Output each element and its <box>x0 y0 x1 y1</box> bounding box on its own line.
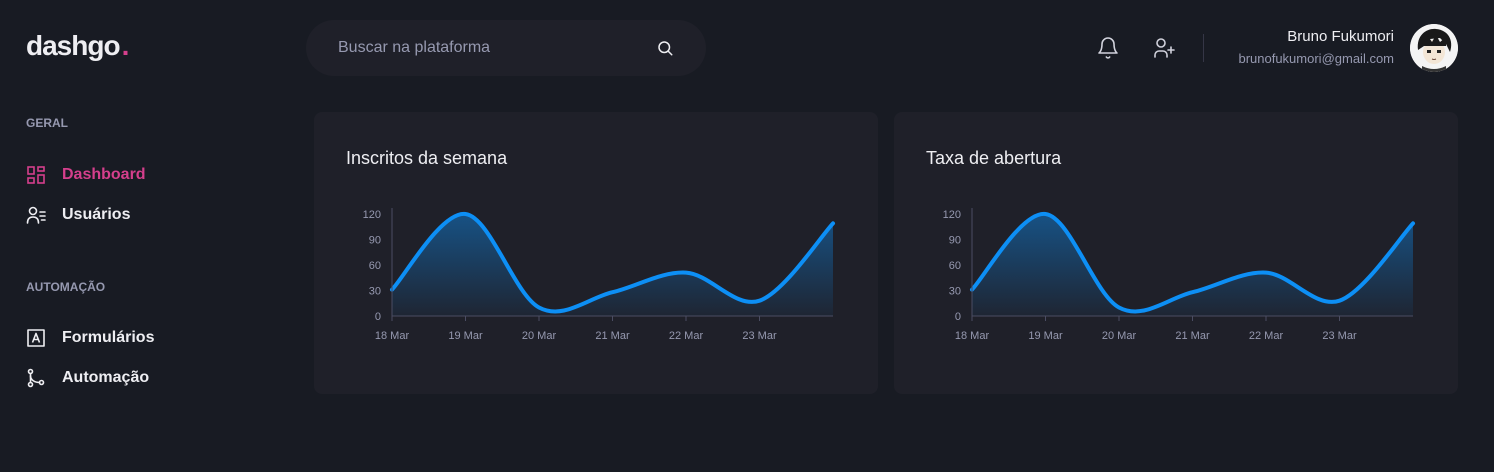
x-tick-label: 22 Mar <box>669 330 704 342</box>
chart-taxa: 0 30 60 90 120 18 Mar 19 Mar 20 Mar 21 Mar 22 Mar… <box>943 208 1415 342</box>
sidebar-item-label: Dashboard <box>62 166 146 183</box>
x-tick-label: 19 Mar <box>448 330 483 342</box>
form-icon <box>26 328 46 348</box>
chart-area-fill <box>392 213 833 316</box>
sidebar-item-label: Usuários <box>62 206 131 223</box>
logo[interactable]: dashgo. <box>26 30 130 62</box>
sidebar-item-automacao[interactable]: Automação <box>26 368 149 388</box>
sidebar-item-label: Automação <box>62 369 150 386</box>
chart-card-taxa: Taxa de abertura 0 30 60 90 120 18 Mar 19 Mar 2… <box>894 112 1458 394</box>
y-tick-label: 120 <box>943 209 961 221</box>
y-tick-label: 30 <box>949 286 961 298</box>
y-tick-label: 0 <box>375 311 381 323</box>
logo-text: dashgo <box>26 30 121 61</box>
search-icon[interactable] <box>656 39 674 57</box>
profile-name: Bruno Fukumori <box>1287 28 1394 45</box>
x-tick-label: 19 Mar <box>1028 330 1063 342</box>
x-tick-label: 23 Mar <box>742 330 777 342</box>
sidebar-item-usuarios[interactable]: Usuários <box>26 205 130 225</box>
section-title-geral: GERAL <box>26 116 68 130</box>
y-tick-label: 60 <box>949 260 961 272</box>
section-title-automacao: AUTOMAÇÃO <box>26 280 106 294</box>
y-tick-label: 120 <box>363 209 381 221</box>
users-icon <box>26 205 46 225</box>
avatar[interactable] <box>1410 24 1458 72</box>
x-tick-label: 21 Mar <box>1175 330 1210 342</box>
x-tick-label: 20 Mar <box>1102 330 1137 342</box>
y-tick-label: 0 <box>955 311 961 323</box>
x-tick-label: 21 Mar <box>595 330 630 342</box>
dashboard-icon <box>26 165 46 185</box>
header-actions <box>1096 36 1176 60</box>
user-add-icon[interactable] <box>1152 36 1176 60</box>
x-tick-label: 23 Mar <box>1322 330 1357 342</box>
x-tick-label: 18 Mar <box>955 330 990 342</box>
profile-email: brunofukumori@gmail.com <box>1238 51 1394 66</box>
y-tick-label: 30 <box>369 286 381 298</box>
x-tick-label: 22 Mar <box>1249 330 1284 342</box>
x-tick-label: 18 Mar <box>375 330 410 342</box>
git-merge-icon <box>26 368 46 388</box>
chart-card-inscritos: Inscritos da semana 0 30 60 90 120 18 Mar 19 M… <box>314 112 878 394</box>
sidebar-item-label: Formulários <box>62 329 155 346</box>
x-tick-label: 20 Mar <box>522 330 557 342</box>
profile-info: Bruno Fukumori brunofukumori@gmail.com <box>1238 28 1394 66</box>
y-tick-label: 90 <box>369 235 381 247</box>
header-divider <box>1203 34 1204 62</box>
sidebar-item-dashboard[interactable]: Dashboard <box>26 165 146 185</box>
bell-icon[interactable] <box>1096 36 1120 60</box>
chart-area-fill <box>972 213 1413 316</box>
y-tick-label: 90 <box>949 235 961 247</box>
chart-inscritos: 0 30 60 90 120 18 Mar 19 Mar 20 Mar 21 Mar 22 Mar… <box>363 208 835 342</box>
sidebar-item-formularios[interactable]: Formulários <box>26 328 154 348</box>
y-tick-label: 60 <box>369 260 381 272</box>
search-bar[interactable] <box>306 20 706 76</box>
logo-dot: . <box>121 30 130 61</box>
search-input[interactable] <box>338 39 656 57</box>
